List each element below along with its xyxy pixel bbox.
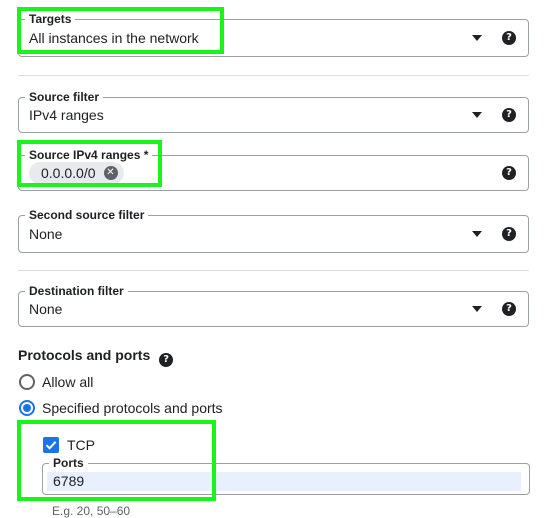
second-source-filter-value: None xyxy=(29,226,63,242)
ports-value: 6789 xyxy=(53,473,85,489)
dropdown-caret-icon xyxy=(472,35,482,41)
source-ranges-label: Source IPv4 ranges * xyxy=(25,148,153,162)
source-filter-label: Source filter xyxy=(25,90,104,104)
specified-protocols-label[interactable]: Specified protocols and ports xyxy=(42,400,223,416)
targets-label: Targets xyxy=(25,12,76,26)
source-filter-value: IPv4 ranges xyxy=(29,107,104,123)
destination-filter-value: None xyxy=(29,301,63,317)
protocols-title: Protocols and ports xyxy=(18,347,151,363)
remove-chip-icon[interactable]: ✕ xyxy=(103,166,118,180)
allow-all-label[interactable]: Allow all xyxy=(42,374,93,390)
ports-field[interactable]: Ports 6789 xyxy=(42,456,530,495)
ports-label: Ports xyxy=(49,456,88,470)
help-icon[interactable]: ? xyxy=(502,31,516,45)
section-divider xyxy=(18,75,529,76)
section-divider xyxy=(18,270,529,271)
ip-range-chip[interactable]: 0.0.0.0/0 ✕ xyxy=(29,162,124,184)
dropdown-caret-icon xyxy=(472,231,482,237)
help-icon[interactable]: ? xyxy=(502,302,516,316)
second-source-filter-select[interactable]: Second source filter None ? xyxy=(18,208,529,253)
help-icon[interactable]: ? xyxy=(502,108,516,122)
destination-filter-select[interactable]: Destination filter None ? xyxy=(18,284,529,327)
source-filter-select[interactable]: Source filter IPv4 ranges ? xyxy=(18,90,529,133)
tcp-checkbox[interactable] xyxy=(43,437,59,453)
dropdown-caret-icon xyxy=(472,112,482,118)
help-icon[interactable]: ? xyxy=(159,353,174,367)
targets-select[interactable]: Targets All instances in the network ? xyxy=(18,12,529,57)
dropdown-caret-icon xyxy=(472,306,482,312)
targets-value: All instances in the network xyxy=(29,30,199,46)
protocols-heading: Protocols and ports ? xyxy=(18,347,174,367)
help-icon[interactable]: ? xyxy=(502,166,516,180)
allow-all-radio[interactable] xyxy=(19,374,35,390)
help-icon[interactable]: ? xyxy=(502,227,516,241)
source-ranges-input[interactable]: Source IPv4 ranges * 0.0.0.0/0 ✕ ? xyxy=(18,148,529,191)
ports-hint: E.g. 20, 50–60 xyxy=(52,504,131,518)
checkmark-icon xyxy=(45,441,57,450)
destination-filter-label: Destination filter xyxy=(25,284,128,298)
tcp-label: TCP xyxy=(67,437,95,453)
chip-label: 0.0.0.0/0 xyxy=(41,165,96,181)
ports-input[interactable]: 6789 xyxy=(47,472,521,491)
specified-protocols-radio[interactable] xyxy=(19,400,35,416)
second-source-filter-label: Second source filter xyxy=(25,208,149,222)
